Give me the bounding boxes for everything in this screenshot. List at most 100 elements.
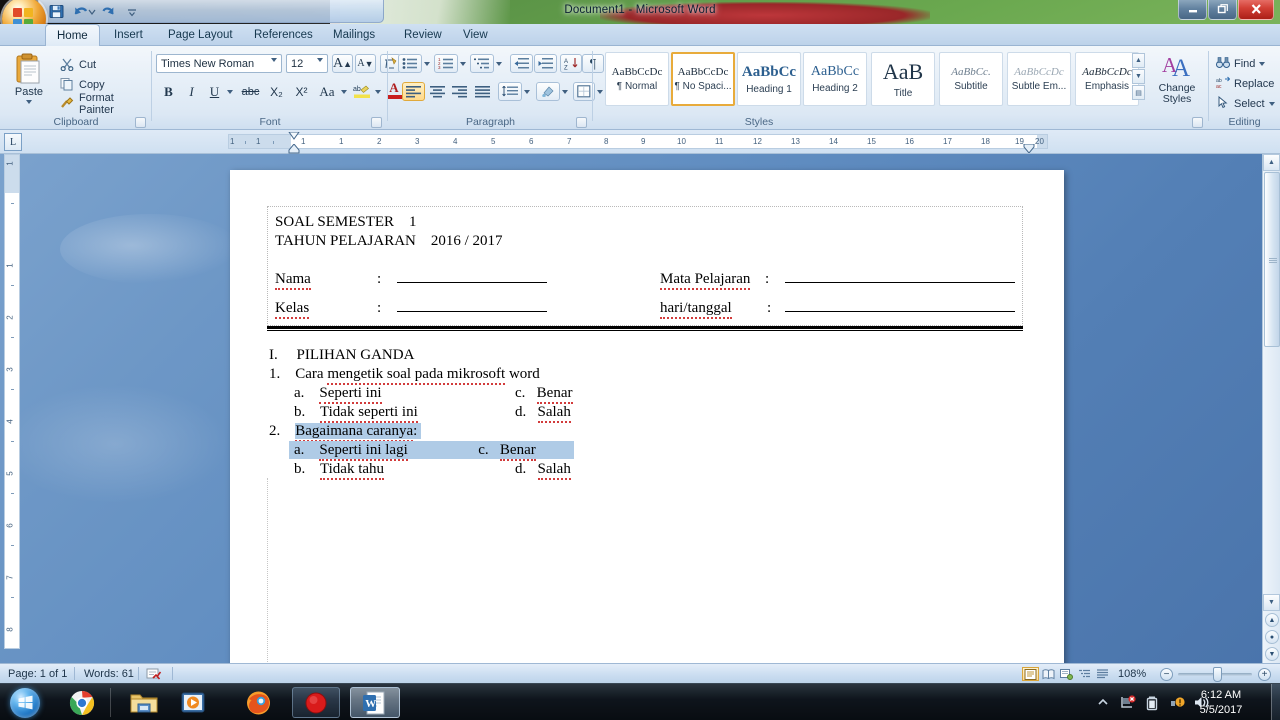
previous-page-button[interactable]: ▲	[1265, 613, 1279, 627]
horizontal-ruler[interactable]: 1 1 1 1 2 3 4 5 6 7 8 9 10 11 12 13 14 1…	[228, 134, 1048, 149]
change-styles-button[interactable]: A A Change Styles	[1149, 52, 1205, 110]
italic-button[interactable]: I	[181, 82, 202, 101]
find-chevron-down-icon[interactable]	[1259, 61, 1266, 66]
view-print-layout-button[interactable]	[1022, 667, 1039, 681]
select-chevron-down-icon[interactable]	[1268, 101, 1275, 106]
bullets-button[interactable]	[398, 54, 422, 73]
align-center-button[interactable]	[426, 82, 449, 101]
font-dialog-launcher[interactable]	[371, 117, 382, 128]
tab-mailings[interactable]: Mailings	[322, 24, 386, 46]
bold-button[interactable]: B	[158, 82, 179, 101]
minimize-button[interactable]	[1178, 0, 1207, 20]
clipboard-dialog-launcher[interactable]	[135, 117, 146, 128]
font-size-combobox[interactable]: 12	[286, 54, 328, 74]
tab-references[interactable]: References	[243, 24, 324, 46]
change-case-chevron-down-icon[interactable]	[338, 86, 349, 98]
tab-stop-selector[interactable]: L	[4, 133, 22, 151]
shading-button[interactable]	[536, 82, 560, 101]
multilevel-list-button[interactable]	[470, 54, 494, 73]
vertical-ruler[interactable]: 1 1 2 3 4 5 6 7 8	[4, 154, 20, 649]
taskbar-item-firefox[interactable]	[236, 687, 280, 718]
tab-page-layout[interactable]: Page Layout	[157, 24, 244, 46]
text-highlight-button[interactable]: ab	[350, 82, 374, 101]
style-card-subtle-emphasis[interactable]: AaBbCcDc Subtle Em...	[1007, 52, 1071, 106]
subscript-button[interactable]: X₂	[265, 82, 288, 101]
format-painter-button[interactable]: Format Painter	[56, 92, 152, 116]
first-line-indent-marker[interactable]	[288, 131, 300, 143]
superscript-button[interactable]: X²	[290, 82, 313, 101]
scroll-up-button[interactable]: ▲	[1263, 154, 1280, 171]
style-card-emphasis[interactable]: AaBbCcDc Emphasis	[1075, 52, 1139, 106]
align-right-button[interactable]	[448, 82, 471, 101]
show-desktop-button[interactable]	[1271, 684, 1280, 720]
style-card-no-spacing[interactable]: AaBbCcDc ¶ No Spaci...	[671, 52, 735, 106]
sort-button[interactable]: A Z	[560, 54, 582, 73]
bullets-chevron-down-icon[interactable]	[421, 58, 432, 70]
scroll-down-button[interactable]: ▼	[1263, 594, 1280, 611]
tab-view[interactable]: View	[452, 24, 499, 46]
grow-font-button[interactable]: A ▲	[332, 54, 353, 73]
style-card-title[interactable]: AaB Title	[871, 52, 935, 106]
show-hidden-icons-button[interactable]	[1096, 695, 1112, 711]
restore-button[interactable]	[1208, 0, 1237, 20]
page-indicator[interactable]: Page: 1 of 1	[8, 667, 67, 681]
align-left-button[interactable]	[402, 82, 425, 101]
line-spacing-button[interactable]	[498, 82, 522, 101]
style-card-normal[interactable]: AaBbCcDc ¶ Normal	[605, 52, 669, 106]
view-draft-button[interactable]	[1094, 667, 1111, 681]
zoom-out-button[interactable]: −	[1160, 668, 1173, 681]
underline-chevron-down-icon[interactable]	[224, 86, 235, 98]
styles-scroll-up-button[interactable]: ▲	[1132, 53, 1145, 68]
close-button[interactable]	[1238, 0, 1274, 20]
numbering-button[interactable]: 1 2 3	[434, 54, 458, 73]
start-button[interactable]	[2, 685, 48, 720]
increase-indent-button[interactable]	[534, 54, 557, 73]
styles-dialog-launcher[interactable]	[1192, 117, 1203, 128]
multilevel-chevron-down-icon[interactable]	[493, 58, 504, 70]
style-card-subtitle[interactable]: AaBbCc. Subtitle	[939, 52, 1003, 106]
title-bar[interactable]: Document1 - Microsoft Word	[0, 0, 1280, 41]
decrease-indent-button[interactable]	[510, 54, 533, 73]
taskbar-item-screen-recorder[interactable]	[292, 687, 340, 718]
tab-home[interactable]: Home	[45, 24, 100, 46]
underline-button[interactable]: U	[204, 82, 225, 101]
zoom-slider-thumb[interactable]	[1213, 667, 1222, 682]
proofing-status-icon[interactable]	[146, 667, 162, 681]
view-full-screen-reading-button[interactable]	[1040, 667, 1057, 681]
paste-button[interactable]: Paste	[8, 50, 50, 112]
font-name-chevron-down-icon[interactable]	[271, 58, 277, 74]
change-case-button[interactable]: Aa	[315, 82, 339, 101]
highlight-chevron-down-icon[interactable]	[372, 86, 383, 98]
strikethrough-button[interactable]: abc	[238, 82, 263, 101]
tab-review[interactable]: Review	[393, 24, 453, 46]
view-outline-button[interactable]	[1076, 667, 1093, 681]
network-icon[interactable]	[1120, 695, 1136, 711]
vertical-scrollbar[interactable]: ▲ ▼ ▲ ● ▼	[1262, 154, 1280, 663]
cut-button[interactable]: Cut	[56, 56, 100, 74]
next-page-button[interactable]: ▼	[1265, 647, 1279, 661]
line-spacing-chevron-down-icon[interactable]	[521, 86, 532, 98]
justify-button[interactable]	[471, 82, 494, 101]
replace-button[interactable]: ab ac Replace	[1213, 74, 1277, 93]
taskbar-item-file-explorer[interactable]	[122, 687, 166, 718]
shrink-font-button[interactable]: A ▼	[355, 54, 376, 73]
font-size-chevron-down-icon[interactable]	[317, 58, 323, 74]
scrollbar-thumb[interactable]	[1264, 172, 1280, 347]
zoom-level-indicator[interactable]: 108%	[1118, 667, 1146, 681]
font-name-combobox[interactable]: Times New Roman	[156, 54, 282, 74]
style-card-heading-1[interactable]: AaBbCс Heading 1	[737, 52, 801, 106]
action-center-icon[interactable]	[1170, 695, 1186, 711]
zoom-in-button[interactable]: +	[1258, 668, 1271, 681]
shading-chevron-down-icon[interactable]	[559, 86, 570, 98]
word-count-indicator[interactable]: Words: 61	[84, 667, 134, 681]
numbering-chevron-down-icon[interactable]	[457, 58, 468, 70]
taskbar-item-media-player[interactable]	[172, 687, 216, 718]
battery-icon[interactable]	[1146, 695, 1162, 711]
find-button[interactable]: Find	[1213, 54, 1268, 73]
taskbar-item-chrome[interactable]	[60, 687, 104, 718]
view-web-layout-button[interactable]	[1058, 667, 1075, 681]
styles-scroll-down-button[interactable]: ▼	[1132, 69, 1145, 84]
document-page[interactable]: SOAL SEMESTER 1 TAHUN PELAJARAN 2016 / 2…	[230, 170, 1064, 663]
styles-more-button[interactable]: ▤	[1132, 85, 1145, 100]
taskbar-item-word[interactable]: W	[350, 687, 400, 718]
